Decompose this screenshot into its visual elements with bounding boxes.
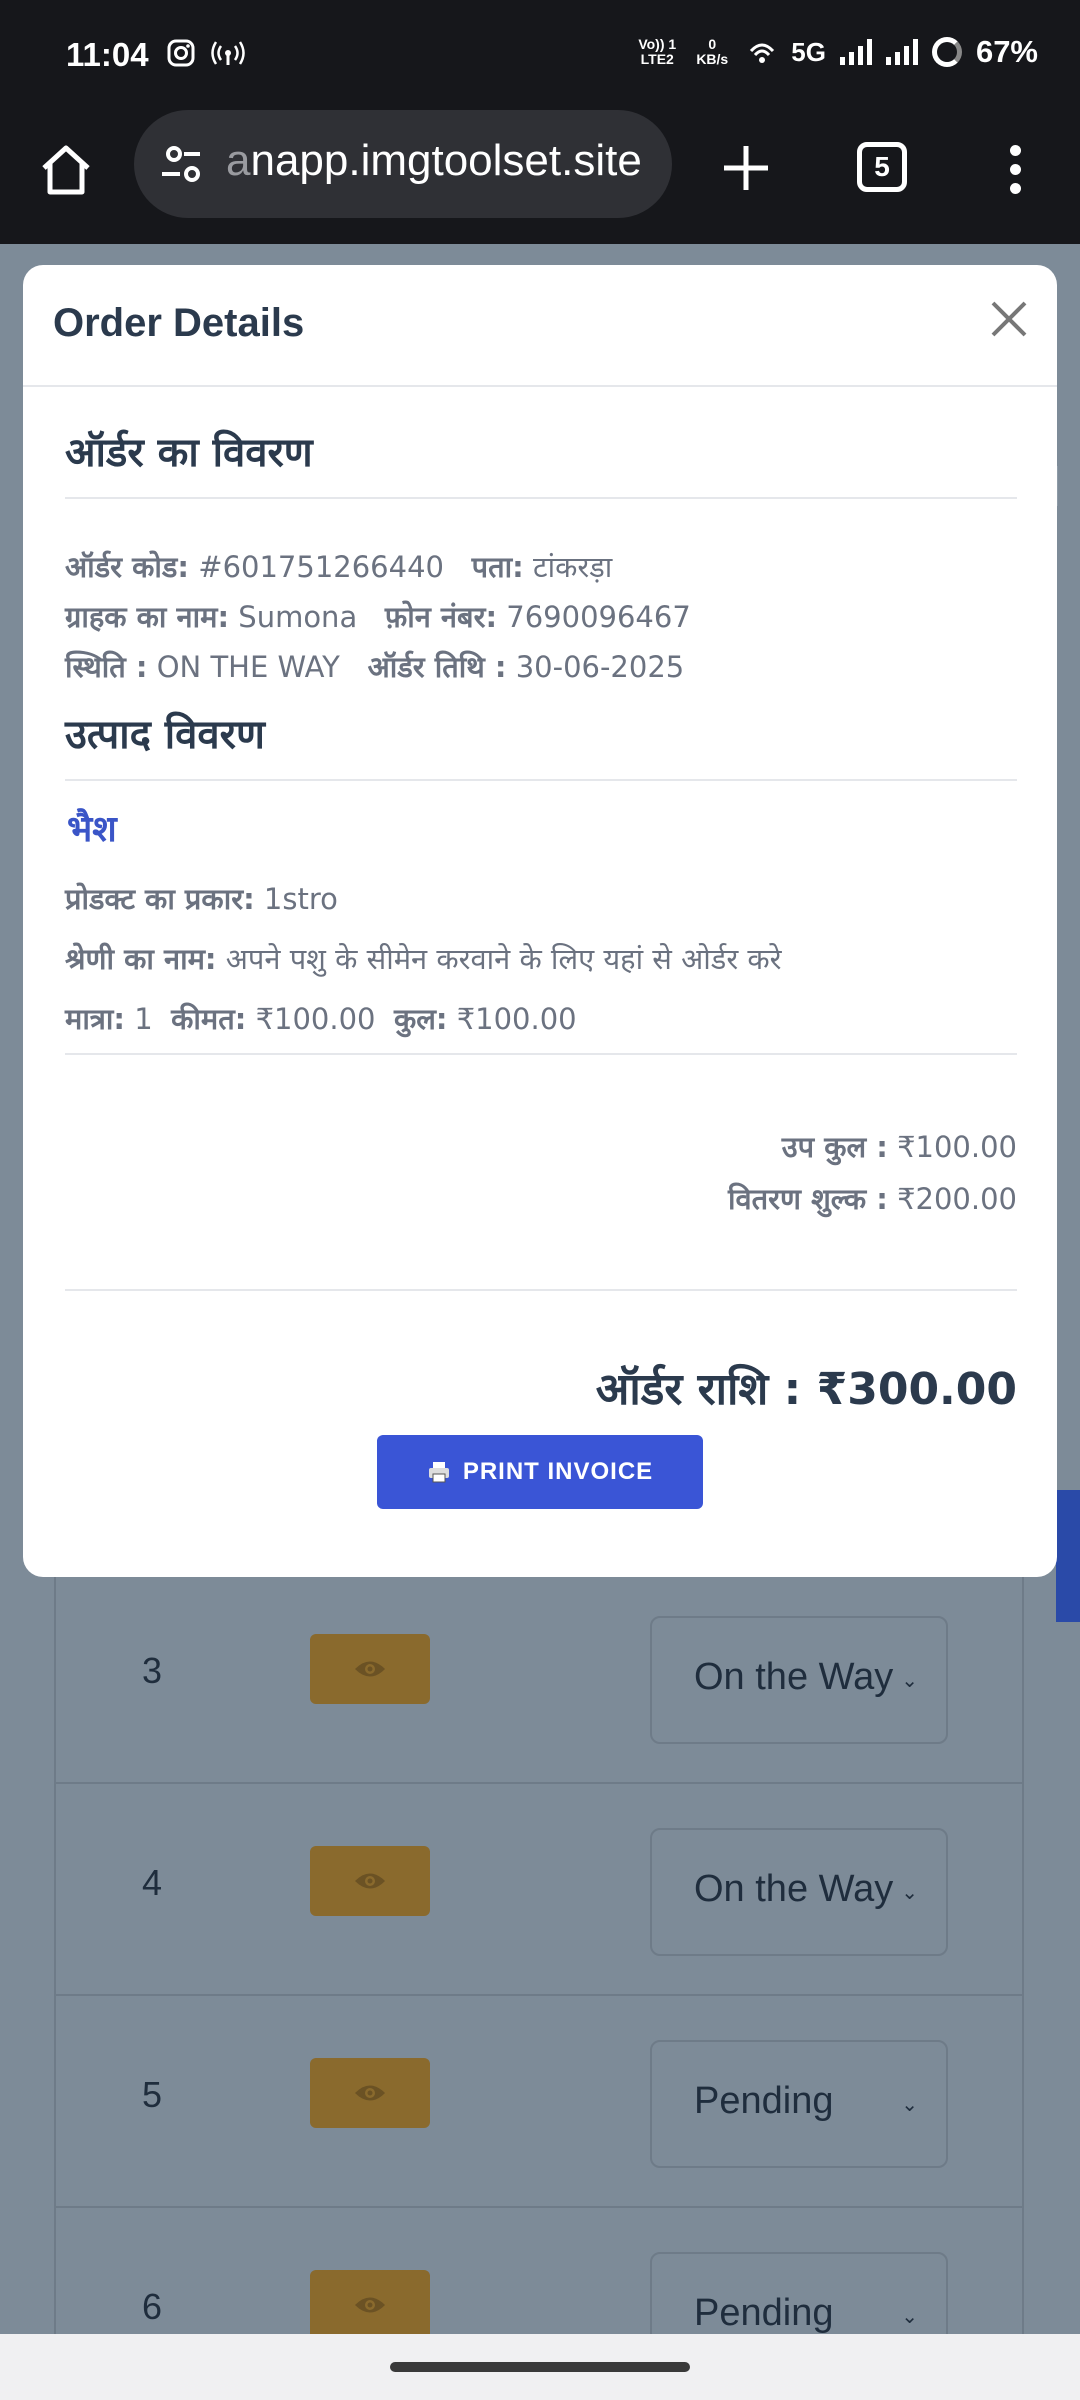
battery-level: 67%: [975, 34, 1038, 69]
volte-indicator: Vo)) 1 LTE2: [638, 36, 677, 67]
divider: [65, 497, 1017, 499]
divider: [65, 1289, 1017, 1291]
unit-price: ₹100.00: [255, 1002, 376, 1036]
table-row: 5 Pending ⌄: [54, 1996, 1024, 2208]
eye-icon: [355, 1661, 385, 1677]
address-bar[interactable]: anapp.imgtoolset.site: [134, 110, 672, 218]
more-options-icon[interactable]: [1000, 140, 1030, 200]
order-code-line: ऑर्डर कोड: #601751266440 पता: टांकरड़ा: [65, 550, 613, 584]
view-order-button[interactable]: [310, 1846, 430, 1916]
order-date: 30-06-2025: [515, 650, 685, 684]
status-select[interactable]: On the Way ⌄: [650, 1828, 948, 1956]
order-total: ऑर्डर राशि : ₹300.00: [595, 1364, 1017, 1415]
url-text: anapp.imgtoolset.site: [226, 136, 642, 185]
subtotal: ₹100.00: [897, 1130, 1017, 1164]
home-icon[interactable]: [36, 140, 96, 200]
tab-switcher-button[interactable]: 5: [857, 142, 907, 192]
table-row: 4 On the Way ⌄: [54, 1784, 1024, 1996]
delivery-line: वितरण शुल्क : ₹200.00: [727, 1182, 1017, 1216]
close-icon[interactable]: [985, 295, 1033, 343]
network-type: 5G: [791, 36, 826, 67]
modal-title: Order Details: [53, 301, 305, 345]
divider: [65, 1053, 1017, 1055]
divider: [65, 779, 1017, 781]
signal-icon: [839, 39, 872, 65]
order-status: ON THE WAY: [156, 650, 340, 684]
status-time: 11:04: [66, 36, 149, 73]
category-line: श्रेणी का नाम: अपने पशु के सीमेन करवाने …: [65, 942, 782, 976]
view-order-button[interactable]: [310, 2058, 430, 2128]
chevron-down-icon: ⌄: [901, 2306, 918, 2328]
site-settings-icon[interactable]: [154, 134, 214, 194]
chevron-down-icon: ⌄: [901, 1670, 918, 1692]
status-select[interactable]: On the Way ⌄: [650, 1616, 948, 1744]
network-speed: 0 KB/s: [696, 36, 729, 67]
product-name: भैश: [67, 809, 117, 850]
chevron-down-icon: ⌄: [901, 2094, 918, 2116]
category-name: अपने पशु के सीमेन करवाने के लिए यहां से …: [225, 942, 782, 976]
row-number: 4: [142, 1862, 163, 1903]
product-type: 1stro: [263, 882, 338, 916]
order-code: #601751266440: [198, 550, 444, 584]
price-line: मात्रा: 1 कीमत: ₹100.00 कुल: ₹100.00: [65, 1002, 577, 1036]
product-type-line: प्रोडक्ट का प्रकार: 1stro: [65, 882, 338, 916]
eye-icon: [355, 2085, 385, 2101]
quantity: 1: [134, 1002, 153, 1036]
customer-line: ग्राहक का नाम: Sumona फ़ोन नंबर: 7690096…: [65, 600, 691, 634]
product-heading: उत्पाद विवरण: [65, 712, 265, 758]
orders-table: 3 On the Way ⌄ 4 On the Way ⌄ 5 Pending ⌄ 6…: [54, 1572, 1024, 2400]
row-number: 3: [142, 1650, 163, 1691]
table-row: 3 On the Way ⌄: [54, 1572, 1024, 1784]
browser-toolbar: anapp.imgtoolset.site 5: [0, 110, 1080, 244]
chevron-down-icon: ⌄: [901, 1882, 918, 1904]
modal-header: Order Details: [23, 265, 1057, 387]
row-number: 6: [142, 2286, 163, 2327]
hotspot-icon: [211, 41, 245, 65]
status-bar: 11:04 Vo)) 1 LTE2 0 KB/s 5G 67%: [0, 0, 1080, 110]
delivery-fee: ₹200.00: [897, 1182, 1017, 1216]
order-heading: ऑर्डर का विवरण: [65, 430, 313, 476]
navigation-bar: [0, 2334, 1080, 2400]
line-total: ₹100.00: [456, 1002, 577, 1036]
print-invoice-label: PRINT INVOICE: [462, 1458, 654, 1485]
eye-icon: [355, 1873, 385, 1889]
home-gesture-handle[interactable]: [390, 2362, 690, 2372]
printer-icon: [428, 1462, 449, 1483]
status-line: स्थिति : ON THE WAY ऑर्डर तिथि : 30-06-2…: [65, 650, 685, 684]
view-order-button[interactable]: [310, 1634, 430, 1704]
instagram-icon: [167, 39, 195, 67]
customer-name: Sumona: [238, 600, 358, 634]
subtotal-line: उप कुल : ₹100.00: [781, 1130, 1017, 1164]
wifi-calling-icon: [750, 43, 775, 63]
signal-icon: [885, 39, 918, 65]
address: टांकरड़ा: [532, 550, 613, 584]
order-details-modal: Order Details ऑर्डर का विवरण ऑर्डर कोड: …: [23, 265, 1057, 1577]
new-tab-icon[interactable]: [716, 138, 776, 198]
eye-icon: [355, 2297, 385, 2313]
view-order-button[interactable]: [310, 2270, 430, 2340]
print-invoice-button[interactable]: PRINT INVOICE: [377, 1435, 703, 1509]
phone-number: 7690096467: [506, 600, 691, 634]
battery-icon: [931, 37, 962, 67]
row-number: 5: [142, 2074, 163, 2115]
status-select[interactable]: Pending ⌄: [650, 2040, 948, 2168]
